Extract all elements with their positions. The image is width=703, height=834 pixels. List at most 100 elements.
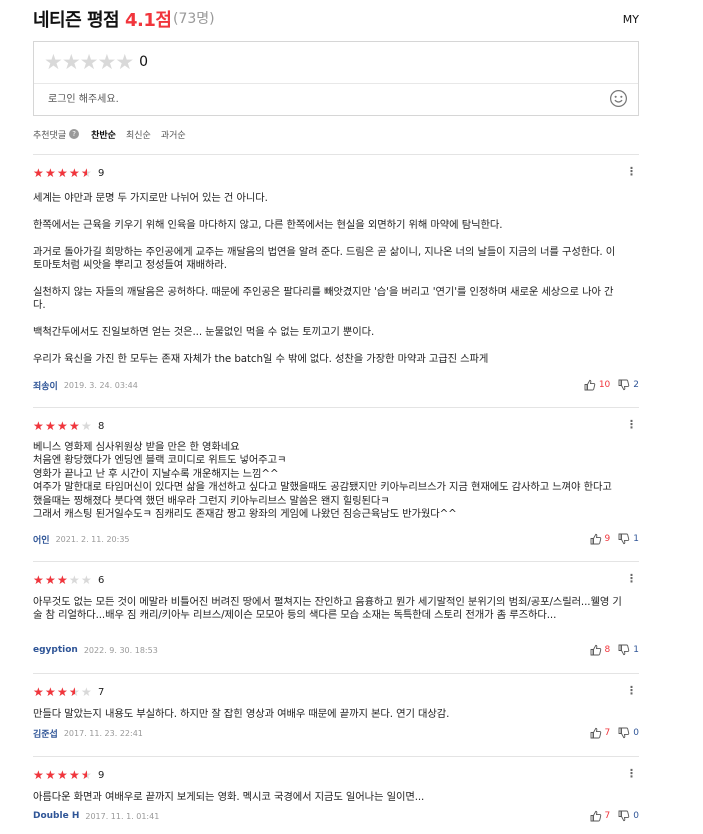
star-icon: ★★: [69, 573, 80, 587]
review-votes: 8 1: [590, 644, 639, 656]
dislike-count: 1: [633, 645, 639, 655]
review-date: 2017. 11. 23. 22:41: [63, 728, 143, 738]
star-icon: ★★: [69, 768, 80, 782]
recommended-label: 추천댓글: [33, 130, 67, 141]
review-text: 아름다운 화면과 여배우로 끝까지 보게되는 영화. 멕시코 국경에서 지금도 …: [33, 791, 425, 803]
like-count: 9: [604, 534, 611, 544]
dislike-count: 0: [633, 728, 639, 738]
review-meta: 김준섭 2017. 11. 23. 22:41: [33, 727, 143, 740]
review-rating: ★★★★★★★★★★7: [33, 686, 104, 698]
review-text: 세계는 야만과 문명 두 가지로만 나뉘어 있는 건 아니다. 한쪽에서는 근육…: [33, 192, 616, 365]
average-score: 4.1점: [125, 10, 172, 31]
star-icon: ★★: [45, 573, 56, 587]
star-icon[interactable]: ★: [97, 52, 116, 73]
rating-number: 7: [98, 686, 105, 698]
review-author[interactable]: 죄송이: [33, 379, 58, 392]
star-icon: ★★: [33, 166, 44, 180]
star-icon: ★★: [81, 419, 92, 433]
more-options-icon[interactable]: ⋮: [626, 573, 637, 585]
star-icon: ★★: [33, 419, 44, 433]
thumbs-up-icon[interactable]: [590, 810, 602, 822]
divider: [33, 407, 639, 408]
more-options-icon[interactable]: ⋮: [626, 166, 637, 178]
star-icon: ★★: [33, 573, 44, 587]
thumbs-up-icon[interactable]: [590, 727, 602, 739]
thumbs-down-icon[interactable]: [618, 810, 630, 822]
star-icon[interactable]: ★: [62, 52, 81, 73]
star-icon: ★★: [33, 685, 44, 699]
review-author[interactable]: 어인: [33, 533, 50, 546]
rating-number: 9: [98, 167, 105, 179]
rating-number: 9: [98, 769, 105, 781]
thumbs-down-icon[interactable]: [618, 644, 630, 656]
rating-number: 8: [98, 420, 105, 432]
review-votes: 10 2: [584, 379, 639, 391]
review-item: ★★★★★★★★★★6 ⋮ 아무것도 없는 모든 것이 메말라 비틀어진 버려진…: [33, 573, 639, 659]
review-meta: egyption 2022. 9. 30. 18:53: [33, 644, 158, 656]
thumbs-down-icon[interactable]: [618, 379, 630, 391]
rating-header: 네티즌 평점 4.1점 (73명) MY: [33, 6, 639, 31]
rating-number: 6: [98, 574, 105, 586]
star-icon: ★★: [57, 573, 68, 587]
star-icon: ★★: [45, 419, 56, 433]
sort-option-likes[interactable]: 찬반순: [91, 128, 116, 141]
thumbs-up-icon[interactable]: [590, 644, 602, 656]
review-votes: 7 0: [590, 727, 639, 739]
star-icon: ★★: [81, 166, 92, 180]
review-rating: ★ ★ ★ ★ ★ ★ ★ ★ ★ ★ 9: [33, 167, 104, 179]
review-text: 만들다 말았는지 내용도 부실하다. 하지만 잘 잡힌 영상과 여배우 때문에 …: [33, 708, 450, 720]
review-item: ★ ★ ★ ★ ★ ★ ★ ★ ★ ★ 9 ⋮ 세계는 야만과 문명 두 가지로만 나뉘어 있는 건…: [33, 166, 639, 395]
dislike-count: 0: [633, 811, 639, 821]
review-author[interactable]: Double H: [33, 811, 79, 821]
my-rating-link[interactable]: MY: [623, 13, 639, 26]
star-icon: ★★: [81, 685, 92, 699]
rater-count: (73명): [173, 11, 215, 27]
review-rating: ★★★★★★★★★★8: [33, 420, 104, 432]
star-icon: ★★: [69, 685, 80, 699]
dislike-count: 2: [633, 380, 639, 390]
more-options-icon[interactable]: ⋮: [626, 419, 637, 431]
star-icon: ★★: [81, 768, 92, 782]
rating-value: 0: [139, 54, 149, 70]
review-text: 아무것도 없는 모든 것이 메말라 비틀어진 버려진 땅에서 펼쳐지는 잔인하고…: [33, 596, 622, 622]
star-icon[interactable]: ★: [80, 52, 99, 73]
sort-option-latest[interactable]: 최신순: [126, 128, 151, 141]
review-date: 2019. 3. 24. 03:44: [63, 380, 138, 390]
star-icon: ★★: [33, 768, 44, 782]
more-options-icon[interactable]: ⋮: [626, 685, 637, 697]
star-icon: ★★: [69, 419, 80, 433]
review-item: ★ ★ ★ ★ ★ ★ ★ ★ ★ ★ 9 ⋮ 아름다운 화면과 여배우로 끝까지 보게되는 영화.…: [33, 768, 639, 829]
review-date: 2017. 11. 1. 01:41: [85, 811, 160, 821]
review-date: 2022. 9. 30. 18:53: [83, 645, 158, 655]
star-icon: ★★: [45, 768, 56, 782]
star-icon: ★★: [45, 685, 56, 699]
review-author[interactable]: 김준섭: [33, 727, 58, 740]
thumbs-up-icon[interactable]: [590, 533, 602, 545]
thumbs-down-icon[interactable]: [618, 727, 630, 739]
review-item: ★★★★★★★★★★8 ⋮ 베니스 영화제 심사위원상 받을 만은 한 영화네요…: [33, 419, 639, 550]
sort-option-oldest[interactable]: 과거순: [161, 128, 186, 141]
review-write-box[interactable]: ★ ★ ★ ★ ★ 0 로그인 해주세요.: [33, 41, 639, 116]
review-text: 베니스 영화제 심사위원상 받을 만은 한 영화네요 처음엔 황당했다가 엔딩엔…: [33, 441, 612, 521]
thumbs-down-icon[interactable]: [618, 533, 630, 545]
star-icon: ★★: [69, 166, 80, 180]
star-icon[interactable]: ★: [115, 52, 134, 73]
comment-input[interactable]: 로그인 해주세요.: [48, 90, 119, 105]
star-icon: ★★: [57, 685, 68, 699]
review-date: 2021. 2. 11. 20:35: [55, 534, 130, 544]
thumbs-up-icon[interactable]: [584, 379, 596, 391]
like-count: 10: [598, 380, 611, 390]
section-title: 네티즌 평점: [33, 10, 120, 31]
rating-input[interactable]: ★ ★ ★ ★ ★ 0: [44, 52, 149, 73]
help-icon[interactable]: ?: [69, 129, 80, 139]
review-author[interactable]: egyption: [33, 645, 78, 655]
smile-icon[interactable]: [609, 89, 628, 108]
divider: [33, 561, 639, 562]
more-options-icon[interactable]: ⋮: [626, 768, 637, 780]
star-icon[interactable]: ★: [44, 52, 63, 73]
review-meta: Double H 2017. 11. 1. 01:41: [33, 810, 159, 822]
star-icon: ★★: [45, 166, 56, 180]
sort-bar: 추천댓글 ? 찬반순 최신순 과거순: [33, 127, 196, 141]
divider: [33, 756, 639, 757]
review-rating: ★ ★ ★ ★ ★ ★ ★ ★ ★ ★ 9: [33, 769, 104, 781]
